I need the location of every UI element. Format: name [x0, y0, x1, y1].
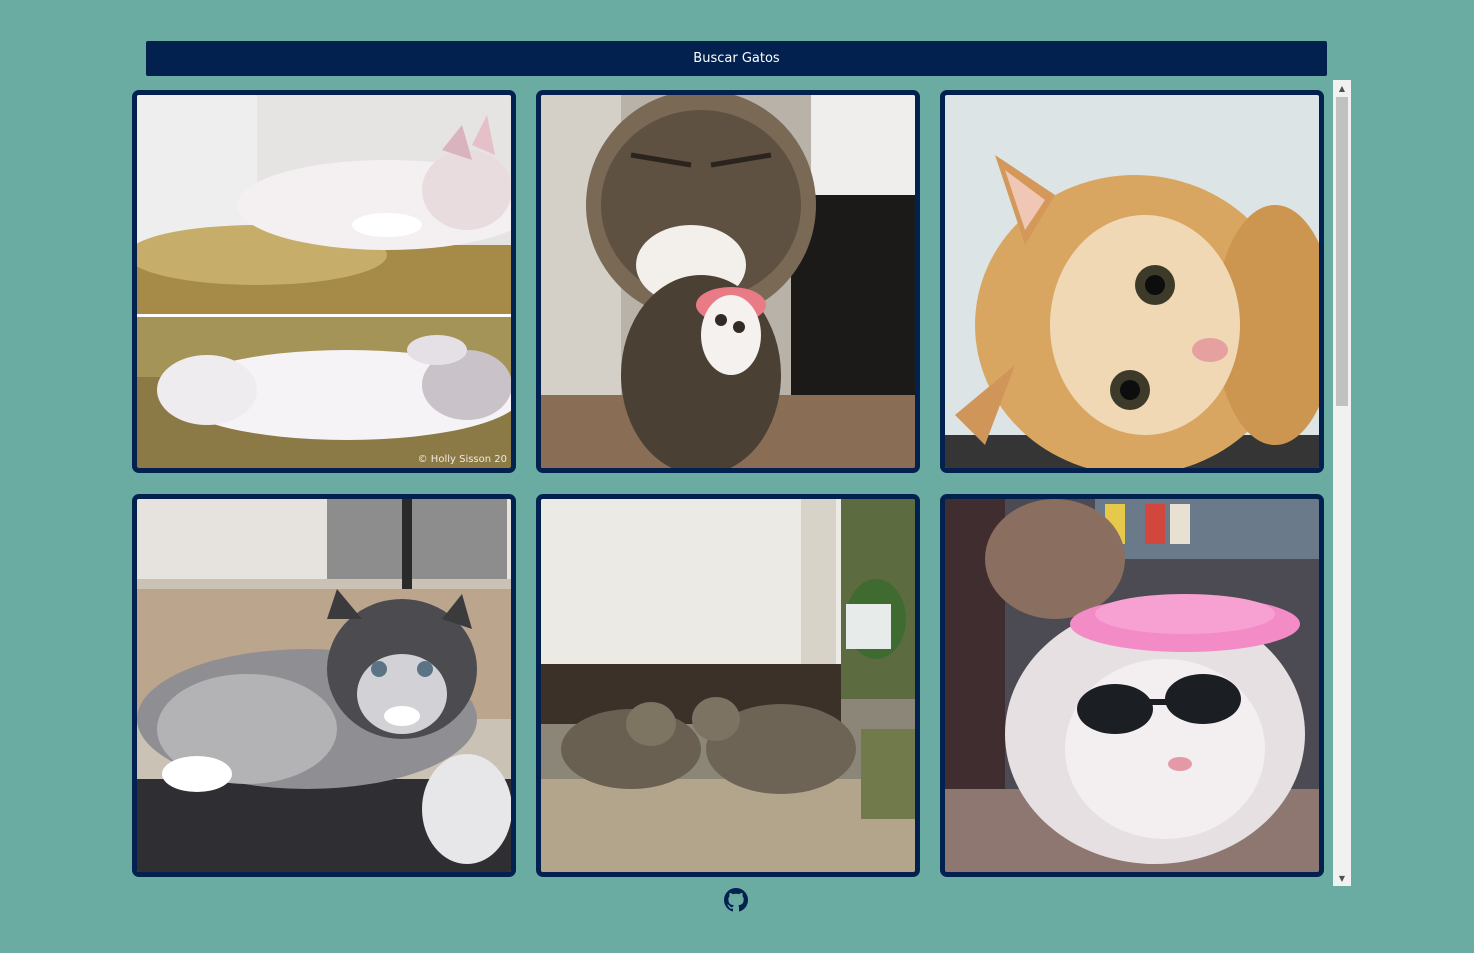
cat-gallery[interactable]: © Holly Sisson 20 [132, 80, 1333, 886]
scroll-up-arrow-icon[interactable]: ▲ [1333, 80, 1351, 96]
search-cats-button[interactable]: Buscar Gatos [146, 41, 1327, 76]
github-icon[interactable] [724, 888, 748, 912]
photo-credit: © Holly Sisson 20 [417, 454, 507, 465]
cat-photo [541, 95, 915, 468]
cat-photo [945, 95, 1319, 468]
gallery-scrollbar[interactable]: ▲ ▼ [1333, 80, 1351, 886]
cat-photo [137, 95, 511, 468]
cat-photo [945, 499, 1319, 872]
cat-photo [137, 499, 511, 872]
cat-card[interactable] [940, 494, 1324, 877]
cat-photo [541, 499, 915, 872]
cat-card[interactable] [940, 90, 1324, 473]
scroll-thumb[interactable] [1336, 97, 1348, 406]
cat-card[interactable] [536, 90, 920, 473]
cat-card[interactable]: © Holly Sisson 20 [132, 90, 516, 473]
cat-card[interactable] [536, 494, 920, 877]
scroll-down-arrow-icon[interactable]: ▼ [1333, 870, 1351, 886]
cat-card[interactable] [132, 494, 516, 877]
